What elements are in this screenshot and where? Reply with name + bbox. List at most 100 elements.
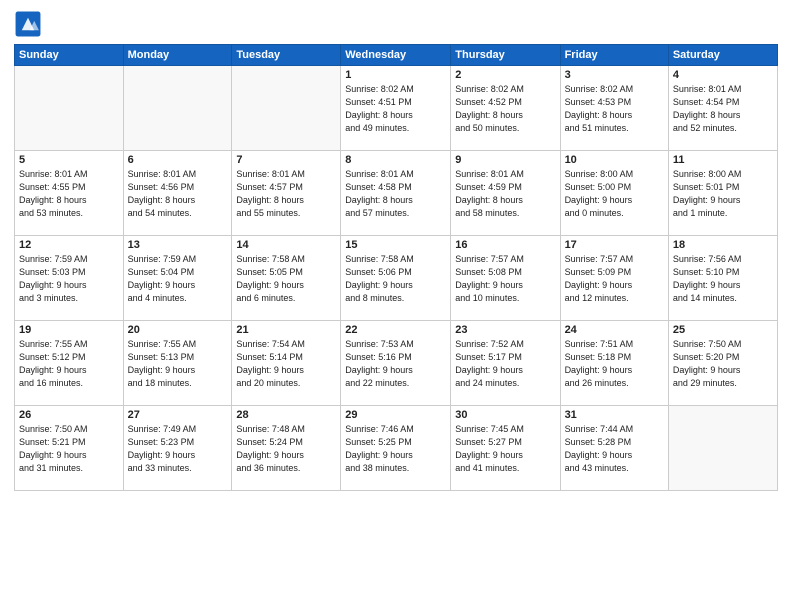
- day-number: 31: [565, 409, 664, 421]
- day-info: Sunrise: 8:01 AM Sunset: 4:55 PM Dayligh…: [19, 168, 119, 220]
- day-number: 16: [455, 239, 555, 251]
- day-info: Sunrise: 8:01 AM Sunset: 4:54 PM Dayligh…: [673, 83, 773, 135]
- day-number: 26: [19, 409, 119, 421]
- day-info: Sunrise: 7:58 AM Sunset: 5:06 PM Dayligh…: [345, 253, 446, 305]
- day-info: Sunrise: 7:59 AM Sunset: 5:03 PM Dayligh…: [19, 253, 119, 305]
- day-info: Sunrise: 7:59 AM Sunset: 5:04 PM Dayligh…: [128, 253, 228, 305]
- day-info: Sunrise: 7:49 AM Sunset: 5:23 PM Dayligh…: [128, 423, 228, 475]
- day-info: Sunrise: 7:46 AM Sunset: 5:25 PM Dayligh…: [345, 423, 446, 475]
- calendar-cell: 28 Sunrise: 7:48 AM Sunset: 5:24 PM Dayli…: [232, 406, 341, 491]
- calendar-cell: 11 Sunrise: 8:00 AM Sunset: 5:01 PM Dayli…: [668, 151, 777, 236]
- week-row-5: 26 Sunrise: 7:50 AM Sunset: 5:21 PM Dayli…: [15, 406, 778, 491]
- weekday-header-thursday: Thursday: [451, 45, 560, 66]
- day-number: 9: [455, 154, 555, 166]
- day-number: 5: [19, 154, 119, 166]
- day-number: 21: [236, 324, 336, 336]
- logo: [14, 10, 46, 38]
- day-number: 24: [565, 324, 664, 336]
- day-info: Sunrise: 7:57 AM Sunset: 5:08 PM Dayligh…: [455, 253, 555, 305]
- day-number: 8: [345, 154, 446, 166]
- day-number: 1: [345, 69, 446, 81]
- day-info: Sunrise: 7:57 AM Sunset: 5:09 PM Dayligh…: [565, 253, 664, 305]
- calendar-cell: 21 Sunrise: 7:54 AM Sunset: 5:14 PM Dayli…: [232, 321, 341, 406]
- calendar-cell: 15 Sunrise: 7:58 AM Sunset: 5:06 PM Dayli…: [341, 236, 451, 321]
- day-number: 27: [128, 409, 228, 421]
- day-number: 12: [19, 239, 119, 251]
- day-number: 4: [673, 69, 773, 81]
- calendar-cell: 18 Sunrise: 7:56 AM Sunset: 5:10 PM Dayli…: [668, 236, 777, 321]
- calendar-cell: 9 Sunrise: 8:01 AM Sunset: 4:59 PM Daylig…: [451, 151, 560, 236]
- calendar-cell: 31 Sunrise: 7:44 AM Sunset: 5:28 PM Dayli…: [560, 406, 668, 491]
- day-info: Sunrise: 7:48 AM Sunset: 5:24 PM Dayligh…: [236, 423, 336, 475]
- calendar-cell: 25 Sunrise: 7:50 AM Sunset: 5:20 PM Dayli…: [668, 321, 777, 406]
- weekday-header-sunday: Sunday: [15, 45, 124, 66]
- day-info: Sunrise: 8:02 AM Sunset: 4:53 PM Dayligh…: [565, 83, 664, 135]
- day-info: Sunrise: 8:01 AM Sunset: 4:59 PM Dayligh…: [455, 168, 555, 220]
- day-number: 30: [455, 409, 555, 421]
- day-number: 10: [565, 154, 664, 166]
- week-row-4: 19 Sunrise: 7:55 AM Sunset: 5:12 PM Dayli…: [15, 321, 778, 406]
- weekday-header-tuesday: Tuesday: [232, 45, 341, 66]
- calendar-cell: [232, 66, 341, 151]
- calendar-cell: 7 Sunrise: 8:01 AM Sunset: 4:57 PM Daylig…: [232, 151, 341, 236]
- calendar-cell: 14Sunrise: 7:58 AM Sunset: 5:05 PM Dayli…: [232, 236, 341, 321]
- calendar-cell: [123, 66, 232, 151]
- calendar-cell: [15, 66, 124, 151]
- day-info: Sunrise: 7:50 AM Sunset: 5:21 PM Dayligh…: [19, 423, 119, 475]
- day-number: 2: [455, 69, 555, 81]
- week-row-2: 5 Sunrise: 8:01 AM Sunset: 4:55 PM Daylig…: [15, 151, 778, 236]
- calendar-cell: 4 Sunrise: 8:01 AM Sunset: 4:54 PM Daylig…: [668, 66, 777, 151]
- logo-icon: [14, 10, 42, 38]
- calendar-cell: 30 Sunrise: 7:45 AM Sunset: 5:27 PM Dayli…: [451, 406, 560, 491]
- day-info: Sunrise: 7:56 AM Sunset: 5:10 PM Dayligh…: [673, 253, 773, 305]
- day-info: Sunrise: 7:52 AM Sunset: 5:17 PM Dayligh…: [455, 338, 555, 390]
- weekday-header-saturday: Saturday: [668, 45, 777, 66]
- day-number: 28: [236, 409, 336, 421]
- header: [14, 10, 778, 38]
- day-info: Sunrise: 8:02 AM Sunset: 4:51 PM Dayligh…: [345, 83, 446, 135]
- calendar-cell: 26 Sunrise: 7:50 AM Sunset: 5:21 PM Dayli…: [15, 406, 124, 491]
- day-info: Sunrise: 8:01 AM Sunset: 4:58 PM Dayligh…: [345, 168, 446, 220]
- calendar-cell: 23 Sunrise: 7:52 AM Sunset: 5:17 PM Dayli…: [451, 321, 560, 406]
- day-info: Sunrise: 8:00 AM Sunset: 5:01 PM Dayligh…: [673, 168, 773, 220]
- calendar-cell: 1 Sunrise: 8:02 AM Sunset: 4:51 PM Daylig…: [341, 66, 451, 151]
- calendar-cell: 3Sunrise: 8:02 AM Sunset: 4:53 PM Daylig…: [560, 66, 668, 151]
- day-info: Sunrise: 8:01 AM Sunset: 4:56 PM Dayligh…: [128, 168, 228, 220]
- day-number: 19: [19, 324, 119, 336]
- calendar-cell: 13Sunrise: 7:59 AM Sunset: 5:04 PM Dayli…: [123, 236, 232, 321]
- calendar: SundayMondayTuesdayWednesdayThursdayFrid…: [14, 44, 778, 491]
- day-info: Sunrise: 7:55 AM Sunset: 5:13 PM Dayligh…: [128, 338, 228, 390]
- day-number: 11: [673, 154, 773, 166]
- calendar-cell: 5 Sunrise: 8:01 AM Sunset: 4:55 PM Daylig…: [15, 151, 124, 236]
- day-number: 15: [345, 239, 446, 251]
- day-info: Sunrise: 8:01 AM Sunset: 4:57 PM Dayligh…: [236, 168, 336, 220]
- calendar-cell: 27 Sunrise: 7:49 AM Sunset: 5:23 PM Dayli…: [123, 406, 232, 491]
- weekday-header-row: SundayMondayTuesdayWednesdayThursdayFrid…: [15, 45, 778, 66]
- calendar-cell: 19 Sunrise: 7:55 AM Sunset: 5:12 PM Dayli…: [15, 321, 124, 406]
- weekday-header-monday: Monday: [123, 45, 232, 66]
- day-info: Sunrise: 7:51 AM Sunset: 5:18 PM Dayligh…: [565, 338, 664, 390]
- calendar-cell: 12 Sunrise: 7:59 AM Sunset: 5:03 PM Dayli…: [15, 236, 124, 321]
- day-number: 29: [345, 409, 446, 421]
- day-info: Sunrise: 7:55 AM Sunset: 5:12 PM Dayligh…: [19, 338, 119, 390]
- day-info: Sunrise: 8:00 AM Sunset: 5:00 PM Dayligh…: [565, 168, 664, 220]
- day-number: 6: [128, 154, 228, 166]
- calendar-cell: 17 Sunrise: 7:57 AM Sunset: 5:09 PM Dayli…: [560, 236, 668, 321]
- calendar-cell: 29 Sunrise: 7:46 AM Sunset: 5:25 PM Dayli…: [341, 406, 451, 491]
- day-number: 17: [565, 239, 664, 251]
- calendar-cell: 16 Sunrise: 7:57 AM Sunset: 5:08 PM Dayli…: [451, 236, 560, 321]
- day-info: Sunrise: 7:50 AM Sunset: 5:20 PM Dayligh…: [673, 338, 773, 390]
- day-number: 20: [128, 324, 228, 336]
- day-number: 7: [236, 154, 336, 166]
- day-info: Sunrise: 7:58 AM Sunset: 5:05 PM Dayligh…: [236, 253, 336, 305]
- page: SundayMondayTuesdayWednesdayThursdayFrid…: [0, 0, 792, 612]
- day-number: 22: [345, 324, 446, 336]
- day-number: 25: [673, 324, 773, 336]
- day-info: Sunrise: 7:54 AM Sunset: 5:14 PM Dayligh…: [236, 338, 336, 390]
- calendar-cell: [668, 406, 777, 491]
- day-info: Sunrise: 7:44 AM Sunset: 5:28 PM Dayligh…: [565, 423, 664, 475]
- day-number: 18: [673, 239, 773, 251]
- day-number: 23: [455, 324, 555, 336]
- day-info: Sunrise: 7:45 AM Sunset: 5:27 PM Dayligh…: [455, 423, 555, 475]
- weekday-header-friday: Friday: [560, 45, 668, 66]
